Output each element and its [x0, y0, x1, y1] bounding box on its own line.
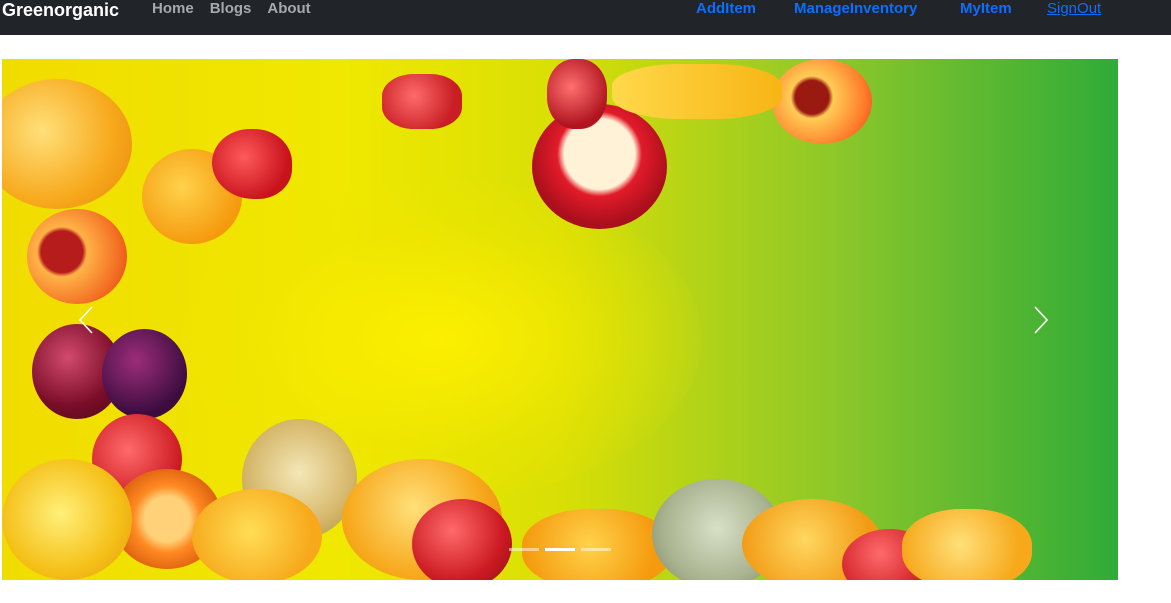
carousel-prev-button[interactable]	[2, 59, 112, 580]
brand-logo[interactable]: Greenorganic	[2, 0, 119, 20]
nav-link-home[interactable]: Home	[152, 0, 194, 20]
carousel-next-button[interactable]	[1008, 59, 1118, 580]
chevron-left-icon	[78, 306, 93, 334]
carousel-indicator-2[interactable]	[545, 548, 575, 551]
signout-link[interactable]: SignOut	[1047, 0, 1101, 17]
carousel-indicator-3[interactable]	[581, 548, 611, 551]
nav-link-additem[interactable]: AddItem	[696, 0, 756, 17]
carousel-indicators	[2, 548, 1118, 554]
nav-link-myitem[interactable]: MyItem	[960, 0, 1012, 17]
primary-nav: Home Blogs About	[152, 0, 327, 20]
chevron-right-icon	[1034, 306, 1049, 334]
nav-link-about[interactable]: About	[267, 0, 310, 20]
nav-link-manageinventory[interactable]: ManageInventory	[794, 0, 917, 17]
nav-link-blogs[interactable]: Blogs	[210, 0, 252, 20]
carousel-indicator-1[interactable]	[509, 548, 539, 551]
hero-carousel	[2, 59, 1118, 580]
top-navbar: Greenorganic Home Blogs About AddItem Ma…	[0, 0, 1171, 35]
